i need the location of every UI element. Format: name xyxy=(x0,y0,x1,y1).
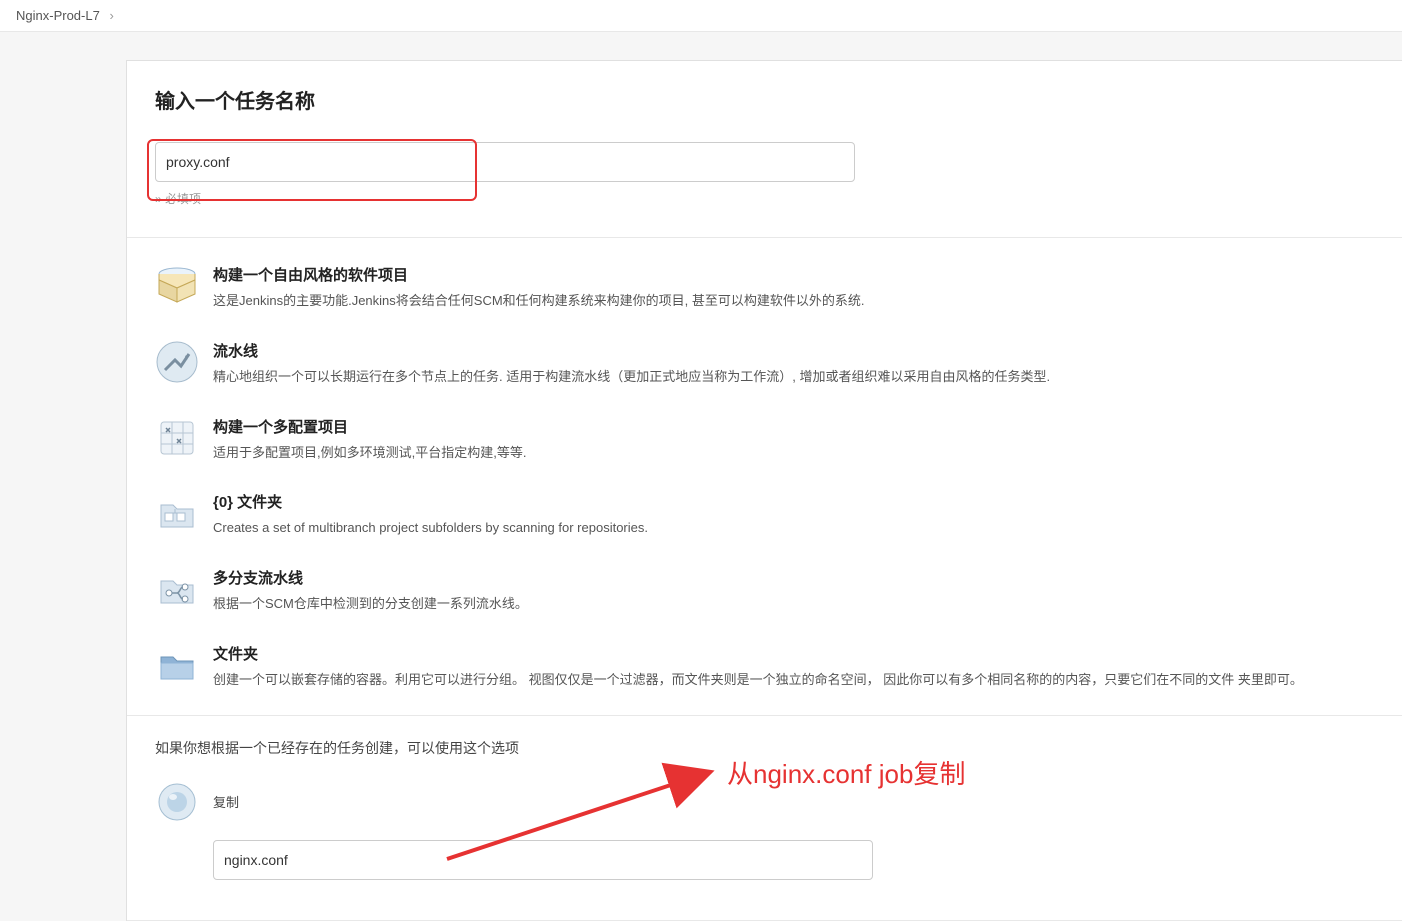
main-card: 输入一个任务名称 » 必填项 构建一个自由风格的软件项目 这是Jenkins的主… xyxy=(126,60,1402,921)
item-type-freestyle[interactable]: 构建一个自由风格的软件项目 这是Jenkins的主要功能.Jenkins将会结合… xyxy=(155,254,1374,330)
breadcrumb-item[interactable]: Nginx-Prod-L7 xyxy=(16,8,100,23)
item-type-desc: 这是Jenkins的主要功能.Jenkins将会结合任何SCM和任何构建系统来构… xyxy=(213,291,865,312)
item-type-desc: 精心地组织一个可以长期运行在多个节点上的任务. 适用于构建流水线（更加正式地应当… xyxy=(213,367,1050,388)
item-type-title: 构建一个多配置项目 xyxy=(213,416,526,437)
item-type-org-folder[interactable]: {0} 文件夹 Creates a set of multibranch pro… xyxy=(155,481,1374,557)
item-type-title: 多分支流水线 xyxy=(213,567,528,588)
copy-from-input[interactable] xyxy=(213,840,873,880)
copy-label: 复制 xyxy=(213,792,239,811)
breadcrumb: Nginx-Prod-L7 › xyxy=(0,0,1402,32)
item-type-desc: 根据一个SCM仓库中检测到的分支创建一系列流水线。 xyxy=(213,594,528,615)
item-type-title: {0} 文件夹 xyxy=(213,491,648,512)
item-name-input[interactable] xyxy=(155,142,855,182)
name-section: 输入一个任务名称 » 必填项 xyxy=(127,61,1402,238)
item-type-desc: 创建一个可以嵌套存储的容器。利用它可以进行分组。 视图仅仅是一个过滤器，而文件夹… xyxy=(213,670,1303,691)
matrix-icon xyxy=(155,416,199,460)
item-type-pipeline[interactable]: 流水线 精心地组织一个可以长期运行在多个节点上的任务. 适用于构建流水线（更加正… xyxy=(155,330,1374,406)
copy-hint: 如果你想根据一个已经存在的任务创建，可以使用这个选项 xyxy=(155,738,1374,758)
folder-icon xyxy=(155,643,199,687)
item-type-title: 构建一个自由风格的软件项目 xyxy=(213,264,865,285)
chevron-right-icon: › xyxy=(109,8,113,23)
item-type-desc: Creates a set of multibranch project sub… xyxy=(213,518,648,539)
org-folder-icon xyxy=(155,491,199,535)
item-type-title: 文件夹 xyxy=(213,643,1303,664)
item-type-multibranch[interactable]: 多分支流水线 根据一个SCM仓库中检测到的分支创建一系列流水线。 xyxy=(155,557,1374,633)
branch-icon xyxy=(155,567,199,611)
item-type-folder[interactable]: 文件夹 创建一个可以嵌套存储的容器。利用它可以进行分组。 视图仅仅是一个过滤器，… xyxy=(155,633,1374,695)
copy-section: 如果你想根据一个已经存在的任务创建，可以使用这个选项 复制 xyxy=(127,716,1402,921)
item-type-matrix[interactable]: 构建一个多配置项目 适用于多配置项目,例如多环境测试,平台指定构建,等等. xyxy=(155,406,1374,482)
item-type-desc: 适用于多配置项目,例如多环境测试,平台指定构建,等等. xyxy=(213,443,526,464)
page-title: 输入一个任务名称 xyxy=(155,85,1374,114)
copy-sphere-icon xyxy=(155,780,199,824)
item-type-title: 流水线 xyxy=(213,340,1050,361)
item-type-section: 构建一个自由风格的软件项目 这是Jenkins的主要功能.Jenkins将会结合… xyxy=(127,238,1402,716)
pipeline-icon xyxy=(155,340,199,384)
required-note: » 必填项 xyxy=(155,190,1374,207)
box-icon xyxy=(155,264,199,308)
